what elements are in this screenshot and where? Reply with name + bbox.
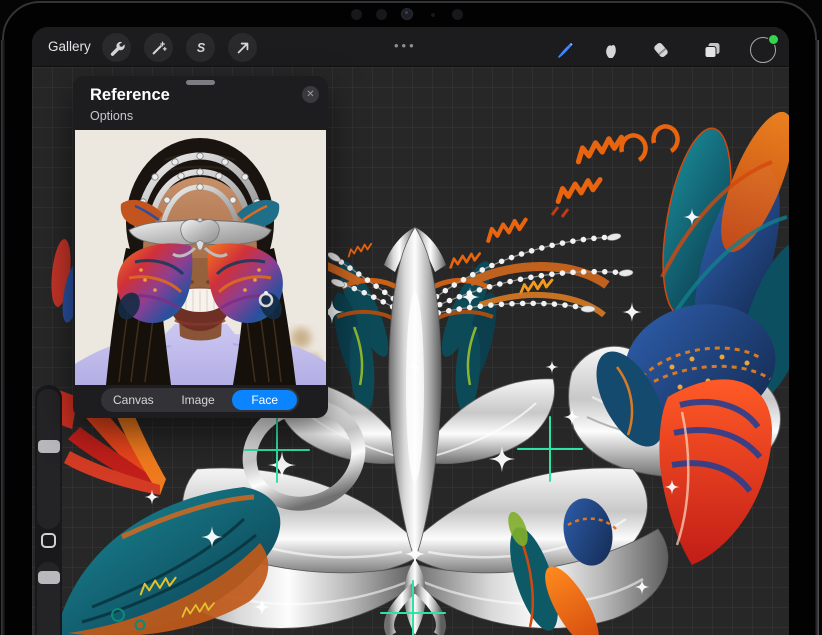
gallery-button[interactable]: Gallery xyxy=(48,27,91,67)
reference-segmented-control: Canvas Image Face xyxy=(101,388,299,412)
transform-arrow-icon xyxy=(235,40,251,56)
tab-face[interactable]: Face xyxy=(232,390,297,410)
panel-title: Reference xyxy=(90,86,170,105)
device-frame: Gallery S xyxy=(0,0,822,635)
eraser-icon xyxy=(651,40,671,60)
tab-image[interactable]: Image xyxy=(166,388,231,412)
face-camera-preview xyxy=(75,130,326,385)
selection-button[interactable]: S xyxy=(186,33,215,62)
adjustments-button[interactable] xyxy=(144,33,173,62)
color-ring-icon xyxy=(750,37,776,63)
face-sensor-icon xyxy=(351,9,362,20)
panel-subtitle: Options xyxy=(90,109,133,123)
smudge-tool-button[interactable] xyxy=(594,33,628,67)
selection-s-icon: S xyxy=(193,40,209,56)
modify-button[interactable] xyxy=(41,533,56,548)
layers-icon xyxy=(702,40,722,60)
paint-tool-button[interactable] xyxy=(548,33,582,67)
smudge-finger-icon xyxy=(601,40,621,60)
brush-opacity-handle[interactable] xyxy=(38,571,60,584)
reference-panel: Reference Options ✕ xyxy=(73,76,328,418)
close-icon[interactable]: ✕ xyxy=(302,86,319,103)
screen: Gallery S xyxy=(32,27,789,635)
brush-size-slider[interactable] xyxy=(37,389,60,529)
face-sensor-icon xyxy=(376,9,387,20)
actions-button[interactable] xyxy=(102,33,131,62)
panel-drag-handle[interactable] xyxy=(186,80,215,85)
face-sensor-icon xyxy=(452,9,463,20)
wrench-icon xyxy=(109,40,125,56)
top-toolbar: Gallery S xyxy=(32,27,789,67)
color-button[interactable] xyxy=(746,33,780,67)
face-preview-image xyxy=(75,130,326,385)
svg-text:S: S xyxy=(196,41,205,55)
tab-canvas[interactable]: Canvas xyxy=(101,388,166,412)
reference-tabs-bar: Canvas Image Face xyxy=(73,385,328,418)
magic-wand-icon xyxy=(151,40,167,56)
ambient-sensor-icon xyxy=(431,13,435,17)
transform-button[interactable] xyxy=(228,33,257,62)
brush-icon xyxy=(555,40,575,60)
tablet-edge-right xyxy=(815,40,819,635)
layers-button[interactable] xyxy=(695,33,729,67)
erase-tool-button[interactable] xyxy=(644,33,678,67)
brush-size-handle[interactable] xyxy=(38,440,60,453)
front-camera xyxy=(401,8,413,20)
brush-sidebar xyxy=(35,385,62,635)
tablet-edge-left xyxy=(1,40,5,635)
toolbar-menu-dots[interactable]: ••• xyxy=(394,27,417,67)
current-color-dot xyxy=(768,34,779,45)
